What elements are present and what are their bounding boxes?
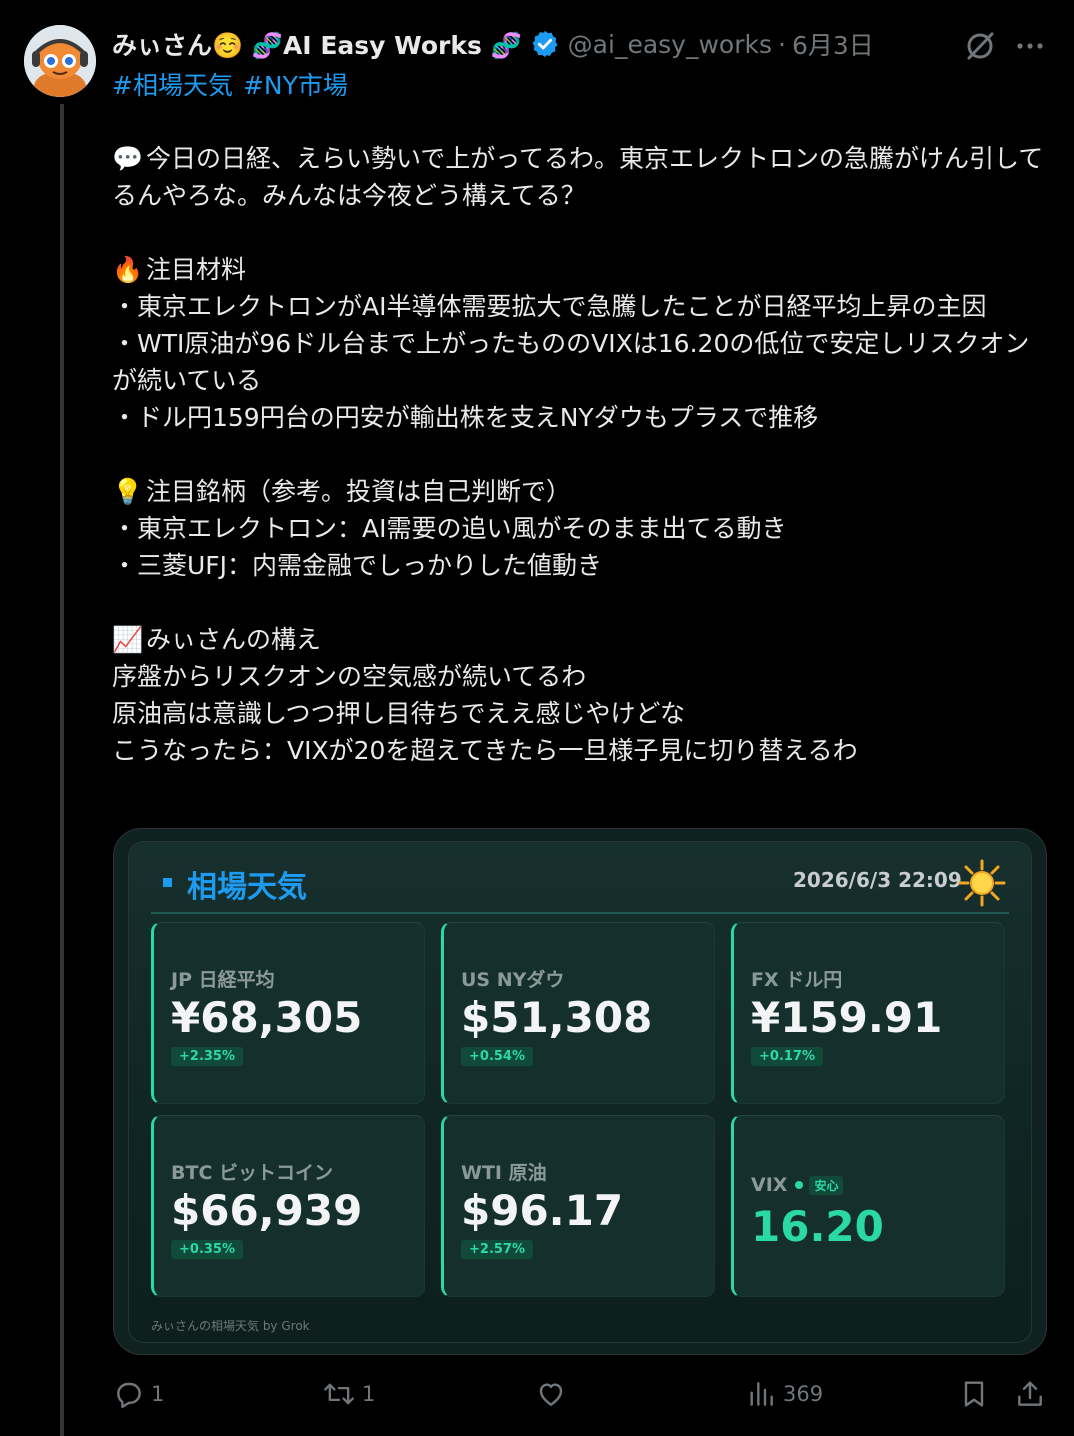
light-bulb-icon: 💡 [112, 477, 144, 506]
like-button[interactable] [535, 1372, 567, 1416]
card-divider [151, 912, 1009, 914]
status-dot-icon [795, 1181, 804, 1189]
tile-change-badge: +0.35% [171, 1240, 243, 1259]
display-name[interactable]: みぃさん☺️ 🧬AI Easy Works 🧬 [112, 26, 522, 62]
body-line: 原油高は意識しつつ押し目待ちでええ感じやけどな [112, 699, 686, 728]
reply-count: 1 [151, 1382, 165, 1406]
tile-change-badge: +2.57% [461, 1240, 533, 1259]
tile-value: ¥159.91 [751, 993, 943, 1042]
tile-value: $66,939 [171, 1186, 363, 1235]
avatar[interactable] [24, 25, 96, 97]
thread-line [60, 104, 64, 1436]
intro-paragraph: 💬 今日の日経、えらい勢いで上がってるわ。東京エレクトロンの急騰がけん引してるんや… [112, 140, 1052, 214]
vix-tile: VIX 安心 16.20 [731, 1115, 1005, 1297]
bullet-item: ・三菱UFJ：内需金融でしっかりした値動き [112, 551, 603, 580]
views-icon [750, 1382, 773, 1406]
reply-button[interactable]: 1 [113, 1372, 164, 1416]
card-footer: みぃさんの相場天気 by Grok [151, 1319, 310, 1333]
bookmark-icon [964, 1381, 984, 1407]
tile-label: WTI 原油 [461, 1162, 547, 1184]
speech-bubble-icon: 💬 [112, 144, 144, 173]
body-line: 序盤からリスクオンの空気感が続いてるわ [112, 662, 587, 691]
market-tile: BTC ビットコイン $66,939 +0.35% [151, 1115, 425, 1297]
repost-count: 1 [362, 1382, 376, 1406]
tile-change-badge: +0.17% [751, 1047, 823, 1066]
market-tile: WTI 原油 $96.17 +2.57% [441, 1115, 715, 1297]
card-title: 相場天気 [187, 870, 307, 905]
vix-status-badge: 安心 [809, 1175, 844, 1195]
market-tile: FX ドル円 ¥159.91 +0.17% [731, 922, 1005, 1104]
vix-label-row: VIX 安心 [751, 1174, 844, 1196]
hashtag-link[interactable]: #NY市場 [243, 71, 348, 100]
tile-value: $96.17 [461, 1186, 624, 1235]
post-header: みぃさん☺️ 🧬AI Easy Works 🧬 @ai_easy_works ·… [112, 22, 874, 66]
chart-up-icon: 📈 [112, 625, 144, 654]
section-heading: 💡 注目銘柄（参考。投資は自己判断で） [112, 473, 1052, 510]
post-date[interactable]: 6月3日 [792, 26, 874, 62]
avatar-robot-image [24, 25, 96, 97]
hashtag-link[interactable]: #相場天気 [112, 71, 233, 100]
card-datetime: 2026/6/3 22:09 [793, 868, 962, 892]
reply-icon [117, 1382, 141, 1408]
bullet-item: ・東京エレクトロンがAI半導体需要拡大で急騰したことが日経平均上昇の主因 [112, 292, 987, 321]
tile-label: US NYダウ [461, 969, 565, 991]
tile-label: BTC ビットコイン [171, 1162, 334, 1184]
grok-icon[interactable] [962, 28, 998, 64]
tile-value: $51,308 [461, 993, 653, 1042]
vix-label: VIX [751, 1174, 788, 1196]
views-count: 369 [783, 1382, 824, 1406]
repost-icon [324, 1383, 354, 1405]
bookmark-button[interactable] [958, 1372, 990, 1416]
tile-label: FX ドル円 [751, 969, 843, 991]
section-title: 注目銘柄（参考。投資は自己判断で） [146, 477, 572, 506]
handle[interactable]: @ai_easy_works [568, 30, 772, 59]
vix-value: 16.20 [751, 1202, 884, 1251]
section-heading: 🔥 注目材料 [112, 251, 1052, 288]
market-tile: US NYダウ $51,308 +0.54% [441, 922, 715, 1104]
verified-badge-icon[interactable] [530, 29, 560, 59]
intro-text: 今日の日経、えらい勢いで上がってるわ。東京エレクトロンの急騰がけん引してるんやろ… [112, 144, 1044, 210]
title-square-icon [163, 878, 172, 887]
bullet-item: ・ドル円159円台の円安が輸出株を支えNYダウもプラスで推移 [112, 403, 819, 432]
hashtags: #相場天気 #NY市場 [112, 66, 358, 102]
post-body: 💬 今日の日経、えらい勢いで上がってるわ。東京エレクトロンの急騰がけん引してるんや… [112, 140, 1052, 769]
bullet-item: ・東京エレクトロン：AI需要の追い風がそのまま出てる動き [112, 514, 787, 543]
tile-value: ¥68,305 [171, 993, 363, 1042]
share-button[interactable] [1014, 1372, 1046, 1416]
bullet-item: ・WTI原油が96ドル台まで上がったもののVIXは16.20の低位で安定しリスク… [112, 329, 1030, 395]
section-title: 注目材料 [146, 255, 247, 284]
views-button[interactable]: 369 [745, 1372, 823, 1416]
like-icon [539, 1383, 563, 1406]
body-line: こうなったら：VIXが20を超えてきたら一旦様子見に切り替えるわ [112, 736, 858, 765]
market-tile: JP 日経平均 ¥68,305 +2.35% [151, 922, 425, 1104]
tile-change-badge: +2.35% [171, 1047, 243, 1066]
action-bar: 1 1 369 [0, 1372, 1074, 1416]
fire-icon: 🔥 [112, 255, 144, 284]
more-icon[interactable] [1012, 28, 1048, 64]
tile-change-badge: +0.54% [461, 1047, 533, 1066]
share-icon [1018, 1381, 1042, 1406]
tile-label: JP 日経平均 [171, 969, 275, 991]
separator-dot: · [777, 29, 786, 59]
market-weather-card[interactable]: 相場天気 2026/6/3 22:09 JP 日経平均 ¥68,305 +2.3… [113, 828, 1047, 1355]
sun-icon [957, 858, 1007, 908]
card-panel: 相場天気 2026/6/3 22:09 JP 日経平均 ¥68,305 +2.3… [128, 841, 1032, 1343]
section-heading: 📈 みぃさんの構え [112, 621, 1052, 658]
section-title: みぃさんの構え [146, 625, 322, 654]
repost-button[interactable]: 1 [322, 1372, 375, 1416]
